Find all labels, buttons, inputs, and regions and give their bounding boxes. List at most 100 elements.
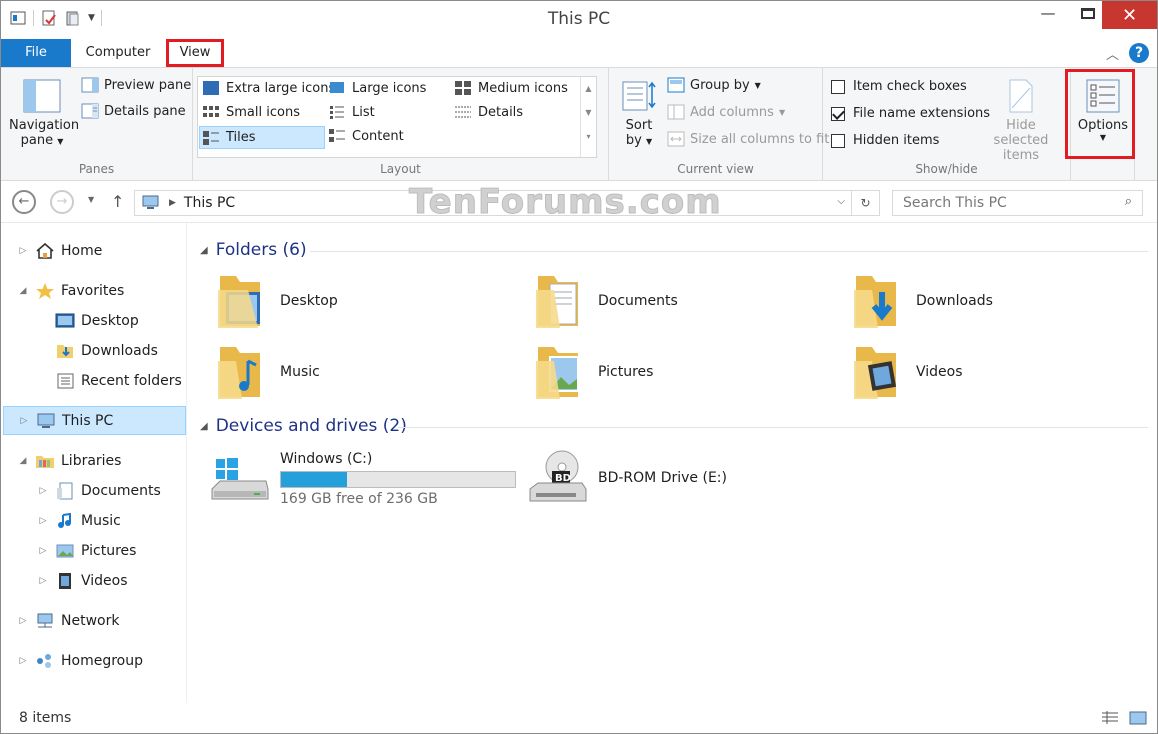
nav-item-fav-recent[interactable]: Recent folders: [1, 367, 187, 395]
drive-e-name: BD-ROM Drive (E:): [598, 470, 727, 486]
show-hide-group-label: Show/hide: [915, 162, 978, 176]
close-button[interactable]: ✕: [1102, 1, 1157, 29]
tab-computer[interactable]: Computer: [81, 39, 155, 67]
hide-selected-icon: [1009, 79, 1033, 113]
expand-arrow-icon[interactable]: ▷: [37, 486, 49, 496]
nav-item-libraries[interactable]: ◢ Libraries: [1, 447, 187, 475]
refresh-button[interactable]: ↻: [852, 190, 880, 216]
expand-arrow-icon[interactable]: ▷: [17, 656, 29, 666]
recent-locations-icon[interactable]: ▼: [88, 195, 94, 204]
add-columns-button[interactable]: Add columns ▼: [667, 104, 785, 120]
navigation-pane-button[interactable]: Navigation pane ▼: [9, 78, 80, 148]
nav-item-fav-downloads[interactable]: Downloads: [1, 337, 187, 365]
collapse-arrow-icon[interactable]: ◢: [17, 456, 29, 466]
folder-tile-downloads[interactable]: Downloads: [852, 270, 993, 332]
hidden-items-checkbox[interactable]: [831, 133, 845, 148]
documents-folder-icon: [536, 276, 578, 328]
nav-item-lib-videos[interactable]: ▷ Videos: [1, 567, 187, 595]
file-name-extensions-checkbox[interactable]: [831, 106, 845, 121]
details-view-icon[interactable]: [1101, 711, 1119, 725]
preview-pane-label: Preview pane: [104, 77, 192, 93]
preview-pane-button[interactable]: Preview pane: [81, 77, 191, 93]
current-view-group: Sort by ▼ Group by ▼ Add columns ▼ Size al…: [609, 68, 829, 180]
nav-item-this-pc[interactable]: ▷ This PC: [3, 406, 186, 435]
folder-tile-documents[interactable]: Documents: [534, 270, 678, 332]
layout-large-icons[interactable]: Large icons: [328, 80, 426, 96]
panes-group-label: Panes: [78, 162, 115, 176]
nav-item-lib-documents[interactable]: ▷ Documents: [1, 477, 187, 505]
expand-arrow-icon[interactable]: ▷: [18, 416, 30, 426]
layout-content[interactable]: Content: [328, 128, 404, 144]
breadcrumb-chevron-icon[interactable]: ▶: [169, 198, 176, 208]
minimize-button[interactable]: —: [1022, 1, 1074, 25]
drive-tile-e[interactable]: BD BD-ROM Drive (E:): [528, 449, 727, 507]
tab-view[interactable]: View: [166, 39, 224, 67]
add-columns-icon: [667, 104, 685, 120]
folder-tile-desktop[interactable]: Desktop: [216, 270, 338, 332]
file-name-extensions-toggle[interactable]: File name extensions: [831, 106, 990, 121]
collapse-arrow-icon[interactable]: ◢: [17, 286, 29, 296]
layout-extra-large-icons[interactable]: Extra large icons: [202, 80, 335, 96]
layout-small-icons[interactable]: Small icons: [202, 104, 300, 120]
nav-item-fav-desktop[interactable]: Desktop: [1, 307, 187, 335]
address-dropdown-icon[interactable]: ⌵: [837, 196, 845, 207]
sort-label-2: by ▼: [625, 133, 653, 148]
collapse-ribbon-icon[interactable]: ︿: [1106, 44, 1119, 63]
folder-tile-pictures[interactable]: Pictures: [534, 341, 653, 403]
maximize-button[interactable]: [1074, 1, 1102, 25]
content-area: ◢ Folders (6) Desktop Documents Downloads…: [188, 223, 1157, 703]
layout-details[interactable]: Details: [454, 104, 523, 120]
videos-folder-icon: [854, 347, 897, 399]
list-icon: [330, 106, 344, 119]
help-icon[interactable]: ?: [1129, 43, 1149, 63]
size-columns-button[interactable]: Size all columns to fit: [667, 131, 829, 147]
forward-button[interactable]: →: [50, 190, 74, 214]
back-button[interactable]: ←: [12, 190, 36, 214]
details-pane-button[interactable]: Details pane: [81, 103, 186, 119]
collapse-arrow-icon[interactable]: ◢: [200, 421, 208, 432]
drives-section-header[interactable]: ◢ Devices and drives (2): [200, 416, 407, 436]
drive-c-usage-bar: [280, 471, 516, 488]
hide-selected-items-button[interactable]: Hide selected items: [979, 78, 1063, 163]
folder-tile-videos[interactable]: Videos: [852, 341, 963, 403]
item-check-boxes-toggle[interactable]: Item check boxes: [831, 79, 967, 94]
large-icons-icon: [330, 82, 344, 93]
drive-tile-c[interactable]: Windows (C:) 169 GB free of 236 GB: [210, 451, 516, 507]
layout-medium-icons[interactable]: Medium icons: [454, 80, 568, 96]
collapse-arrow-icon[interactable]: ◢: [200, 245, 208, 256]
expand-arrow-icon[interactable]: ▷: [37, 576, 49, 586]
details-pane-label: Details pane: [104, 103, 186, 119]
expand-arrow-icon[interactable]: ▷: [37, 546, 49, 556]
large-icons-view-icon[interactable]: [1129, 711, 1147, 725]
group-by-button[interactable]: Group by ▼: [667, 77, 761, 93]
expand-arrow-icon[interactable]: ▷: [37, 516, 49, 526]
expand-arrow-icon[interactable]: ▷: [17, 616, 29, 626]
nav-item-home[interactable]: ▷ Home: [1, 237, 187, 265]
layout-list[interactable]: List: [328, 104, 375, 120]
nav-item-favorites[interactable]: ◢ Favorites: [1, 277, 187, 305]
breadcrumb-this-pc[interactable]: This PC: [184, 195, 235, 211]
navigation-pane-label: Navigation: [9, 118, 80, 133]
options-highlight: [1065, 69, 1135, 159]
layout-gallery-scroll[interactable]: ▲ ▼ ▾: [580, 77, 596, 157]
sort-by-button[interactable]: Sort by ▼: [615, 78, 663, 148]
nav-item-network[interactable]: ▷ Network: [1, 607, 187, 635]
up-arrow-icon[interactable]: ↑: [111, 192, 124, 211]
details-pane-icon: [81, 103, 99, 119]
expand-arrow-icon[interactable]: ▷: [17, 246, 29, 256]
folders-section-header[interactable]: ◢ Folders (6): [200, 240, 307, 260]
nav-item-homegroup[interactable]: ▷ Homegroup: [1, 647, 187, 675]
nav-item-lib-pictures[interactable]: ▷ Pictures: [1, 537, 187, 565]
folder-tile-music[interactable]: Music: [216, 341, 320, 403]
search-icon[interactable]: ⌕: [1125, 194, 1132, 209]
desktop-folder-icon: [218, 276, 260, 328]
layout-tiles[interactable]: Tiles: [199, 126, 325, 149]
item-check-boxes-checkbox[interactable]: [831, 79, 845, 94]
desktop-icon: [55, 313, 75, 328]
panes-group: Navigation pane ▼ Preview pane Details p…: [1, 68, 193, 180]
window-controls: — ✕: [1022, 1, 1157, 29]
hidden-items-toggle[interactable]: Hidden items: [831, 133, 939, 148]
search-input[interactable]: Search This PC ⌕: [892, 190, 1143, 216]
nav-item-lib-music[interactable]: ▷ Music: [1, 507, 187, 535]
tab-file[interactable]: File: [1, 39, 71, 67]
